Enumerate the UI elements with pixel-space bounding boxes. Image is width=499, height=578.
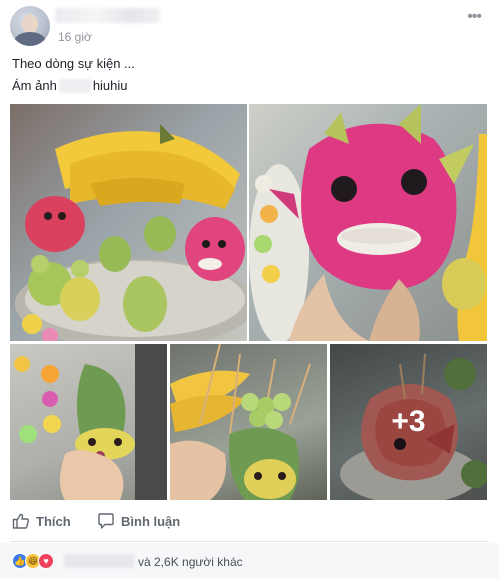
dragon-fruit-image xyxy=(249,104,487,341)
post-text-suffix: hiuhiu xyxy=(92,78,128,93)
author-name-blurred[interactable] xyxy=(55,8,160,23)
comment-label: Bình luận xyxy=(121,513,181,529)
thumbs-up-icon xyxy=(12,513,29,529)
post-actions: Thích Bình luận xyxy=(0,506,499,540)
green-fruit-hand-image xyxy=(14,344,167,500)
love-icon: ♥ xyxy=(38,553,54,569)
photo-4[interactable] xyxy=(170,344,327,500)
photo-2[interactable] xyxy=(249,104,487,341)
like-label: Thích xyxy=(36,513,71,529)
comment-button[interactable]: Bình luận xyxy=(97,512,180,530)
more-photos-count[interactable]: +3 xyxy=(391,405,425,439)
post-timestamp[interactable]: 16 giờ xyxy=(58,30,92,44)
reaction-count-text[interactable]: và 2,6K người khác xyxy=(138,555,243,569)
reactor-names-blurred[interactable] xyxy=(64,554,134,568)
bananas-grapes-image xyxy=(170,344,311,500)
comment-icon xyxy=(98,513,114,529)
avatar-face xyxy=(22,14,38,34)
facebook-post: 16 giờ ••• Theo dòng sự kiện ... Ám ảnh … xyxy=(0,0,499,578)
fruit-platter-image xyxy=(15,124,247,341)
avatar-body xyxy=(14,32,46,46)
avatar[interactable] xyxy=(10,6,50,46)
photo-1[interactable] xyxy=(10,104,247,341)
post-text-prefix: Ám ảnh xyxy=(12,78,57,93)
blurred-mention xyxy=(58,78,91,93)
more-options-icon[interactable]: ••• xyxy=(467,8,482,26)
reactions-bar[interactable]: 👍 😆 ♥ và 2,6K người khác xyxy=(0,543,499,578)
like-button[interactable]: Thích xyxy=(12,512,71,530)
post-text-line-1: Theo dòng sự kiện ... xyxy=(12,56,135,71)
more-photos-overlay[interactable]: +3 xyxy=(330,344,487,500)
post-text-line-2: Ám ảnh hiuhiu xyxy=(12,78,128,93)
photo-5[interactable]: +3 xyxy=(330,344,487,500)
actions-divider xyxy=(10,541,489,542)
photo-3[interactable] xyxy=(10,344,167,500)
reaction-icons[interactable]: 👍 😆 ♥ xyxy=(12,553,54,569)
